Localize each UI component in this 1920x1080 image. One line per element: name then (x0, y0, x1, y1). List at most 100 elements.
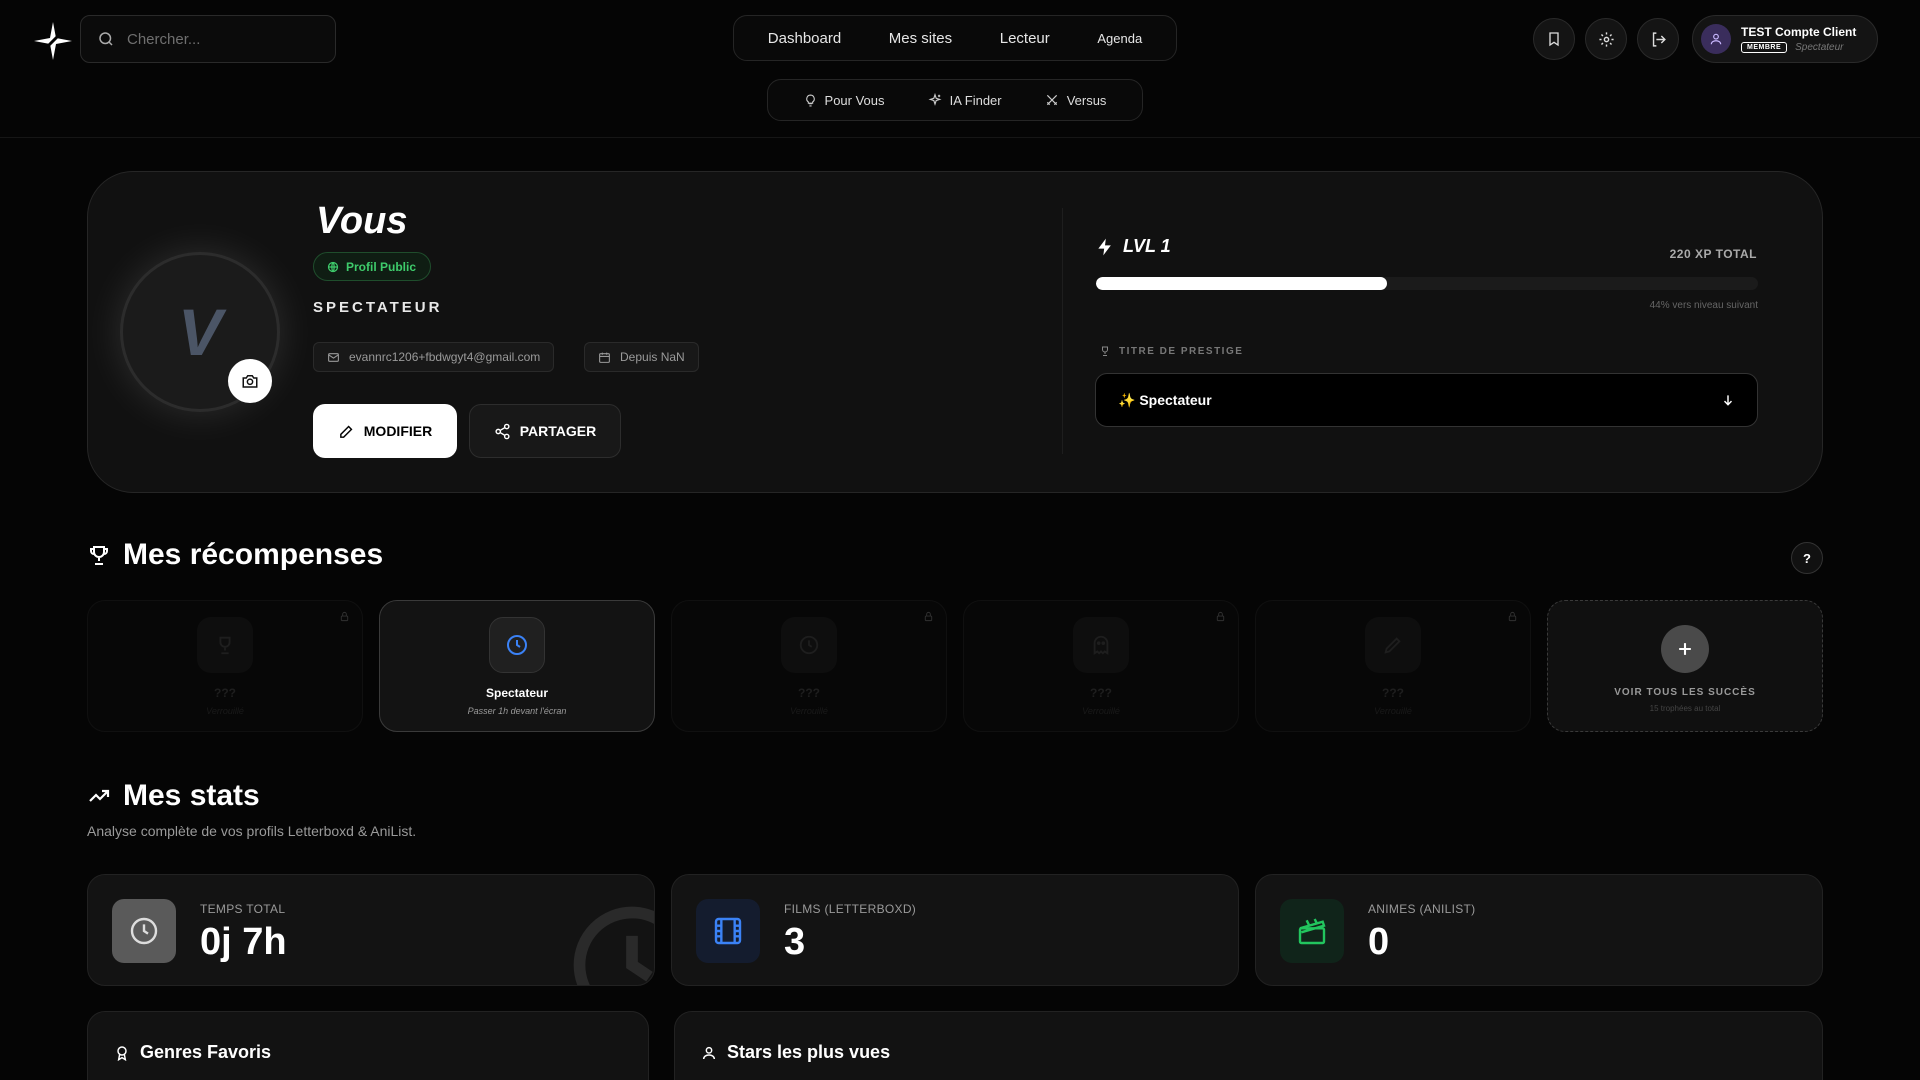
trending-up-icon (87, 784, 111, 808)
reward-title: ??? (798, 686, 820, 700)
globe-icon (327, 261, 339, 273)
edit-label: MODIFIER (363, 423, 433, 439)
logout-icon (1650, 31, 1667, 48)
reward-card[interactable]: ??? Verrouillé (963, 600, 1239, 732)
stat-card-animes: ANIMES (ANILIST) 0 (1255, 874, 1823, 986)
see-all-rewards-button[interactable]: VOIR TOUS LES SUCCÈS 15 trophées au tota… (1547, 600, 1823, 732)
user-role: Spectateur (1795, 42, 1844, 53)
subnav-label: Pour Vous (824, 92, 885, 108)
lock-icon (923, 611, 934, 622)
member-badge: MEMBRE (1741, 42, 1788, 53)
reward-desc: Passer 1h devant l'écran (467, 706, 567, 716)
prestige-value: ✨ Spectateur (1118, 391, 1212, 408)
stats-heading: Mes stats (87, 779, 260, 813)
since-chip: Depuis NaN (584, 342, 699, 372)
subnav-pour-vous[interactable]: Pour Vous (804, 93, 885, 108)
nav-mes-sites[interactable]: Mes sites (889, 30, 952, 47)
sub-nav: Pour Vous IA Finder Versus (767, 79, 1143, 121)
subnav-versus[interactable]: Versus (1045, 92, 1107, 108)
email-chip: evannrc1206+fbdwgyt4@gmail.com (313, 342, 555, 372)
prestige-title-select[interactable]: ✨ Spectateur (1095, 373, 1758, 427)
subnav-ia-finder[interactable]: IA Finder (928, 93, 1002, 108)
lightbulb-icon (804, 94, 817, 107)
nav-lecteur[interactable]: Lecteur (1000, 30, 1050, 47)
calendar-icon (598, 351, 611, 364)
pen-icon (1365, 617, 1421, 673)
plus-icon (1661, 625, 1709, 673)
logout-button[interactable] (1637, 18, 1679, 60)
bookmark-icon (1546, 31, 1562, 47)
settings-button[interactable] (1585, 18, 1627, 60)
prestige-heading: TITRE DE PRESTIGE (1099, 345, 1243, 357)
stat-label: ANIMES (ANILIST) (1368, 902, 1476, 916)
search-bar[interactable] (80, 15, 336, 63)
email-text: evannrc1206+fbdwgyt4@gmail.com (349, 350, 541, 364)
reward-desc: Verrouillé (1374, 706, 1412, 716)
level-indicator: LVL 1 (1095, 236, 1171, 257)
stats-title: Mes stats (123, 779, 260, 812)
clock-watermark-icon (562, 895, 654, 985)
reward-title: ??? (1090, 686, 1112, 700)
camera-icon (241, 372, 259, 390)
bookmark-button[interactable] (1533, 18, 1575, 60)
search-icon (97, 30, 115, 48)
reward-desc: Verrouillé (1082, 706, 1120, 716)
reward-desc: Verrouillé (206, 706, 244, 716)
reward-card[interactable]: ??? Verrouillé (87, 600, 363, 732)
see-all-label: VOIR TOUS LES SUCCÈS (1614, 687, 1756, 698)
xp-progress-text: 44% vers niveau suivant (1649, 300, 1758, 311)
profile-name: Vous (316, 200, 408, 242)
since-text: Depuis NaN (620, 350, 685, 364)
rewards-heading: Mes récompenses (87, 538, 383, 572)
share-icon (494, 423, 511, 440)
profile-title: SPECTATEUR (313, 299, 443, 316)
app-logo[interactable] (32, 20, 74, 62)
avatar (1701, 24, 1731, 54)
stat-card-films: FILMS (LETTERBOXD) 3 (671, 874, 1239, 986)
trophy-icon (197, 617, 253, 673)
xp-progress-fill (1096, 277, 1388, 290)
clock-icon (781, 617, 837, 673)
prestige-label: TITRE DE PRESTIGE (1119, 345, 1244, 357)
reward-card[interactable]: Spectateur Passer 1h devant l'écran (379, 600, 655, 732)
level-label: LVL 1 (1123, 236, 1171, 256)
clock-icon (489, 617, 545, 673)
ghost-icon (1073, 617, 1129, 673)
subnav-label: Versus (1066, 92, 1107, 108)
stat-value: 0j 7h (200, 921, 287, 963)
stat-value: 3 (784, 921, 806, 963)
rewards-help-button[interactable]: ? (1791, 542, 1823, 574)
user-name: TEST Compte Client (1741, 25, 1857, 39)
change-avatar-button[interactable] (228, 359, 272, 403)
mail-icon (327, 351, 340, 364)
award-icon (114, 1045, 130, 1061)
rewards-title: Mes récompenses (123, 538, 384, 571)
main-nav: Dashboard Mes sites Lecteur Agenda (733, 15, 1177, 61)
user-menu[interactable]: TEST Compte Client MEMBRE Spectateur (1692, 15, 1878, 63)
lock-icon (1507, 611, 1518, 622)
stat-card-time: TEMPS TOTAL 0j 7h (87, 874, 655, 986)
lock-icon (1215, 611, 1226, 622)
reward-card[interactable]: ??? Verrouillé (671, 600, 947, 732)
favorite-genres-card: Genres Favoris (87, 1011, 649, 1080)
stat-value: 0 (1368, 921, 1390, 963)
swords-icon (1045, 93, 1059, 107)
edit-profile-button[interactable]: MODIFIER (313, 404, 457, 458)
profile-divider (1062, 208, 1063, 454)
reward-desc: Verrouillé (790, 706, 828, 716)
stat-label: TEMPS TOTAL (200, 902, 286, 916)
share-profile-button[interactable]: PARTAGER (469, 404, 621, 458)
reward-title: ??? (214, 686, 236, 700)
share-label: PARTAGER (519, 423, 597, 439)
nav-dashboard[interactable]: Dashboard (768, 30, 841, 47)
subnav-label: IA Finder (949, 92, 1002, 108)
arrow-down-icon (1721, 393, 1735, 407)
nav-agenda[interactable]: Agenda (1097, 31, 1142, 46)
search-input[interactable] (127, 30, 317, 48)
visibility-label: Profil Public (346, 259, 417, 274)
genres-title: Genres Favoris (140, 1042, 272, 1062)
pencil-icon (338, 423, 355, 440)
visibility-badge: Profil Public (313, 252, 432, 281)
reward-card[interactable]: ??? Verrouillé (1255, 600, 1531, 732)
stars-title: Stars les plus vues (727, 1042, 891, 1062)
